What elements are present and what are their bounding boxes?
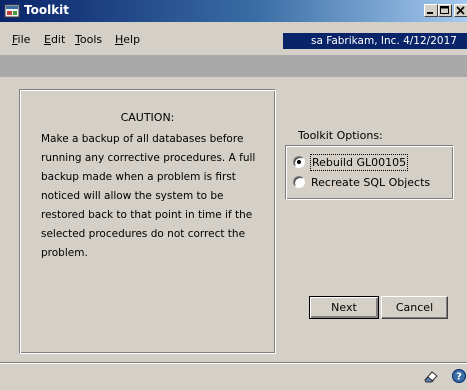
menu-tools[interactable]: Tools <box>75 33 102 46</box>
eraser-icon[interactable] <box>422 368 440 384</box>
title-bar[interactable]: Toolkit <box>0 0 467 22</box>
company-date-bar: sa Fabrikam, Inc. 4/12/2017 <box>283 33 467 49</box>
close-button[interactable] <box>454 4 467 17</box>
cancel-button[interactable]: Cancel <box>381 296 448 319</box>
maximize-button[interactable] <box>438 4 452 17</box>
radio-button[interactable] <box>293 176 305 188</box>
svg-text:?: ? <box>456 372 462 383</box>
option-label: Rebuild GL00105 <box>309 154 409 171</box>
help-icon[interactable]: ? <box>450 368 467 384</box>
toolkit-options-group <box>285 145 454 200</box>
next-button[interactable]: Next <box>309 296 379 319</box>
window-title: Toolkit <box>24 3 70 17</box>
minimize-button[interactable] <box>424 4 438 17</box>
toolbar-strip <box>0 55 467 77</box>
option-label: Recreate SQL Objects <box>311 176 431 189</box>
toolkit-options-label: Toolkit Options: <box>298 129 383 142</box>
menu-help[interactable]: Help <box>115 33 140 46</box>
toolkit-app-icon <box>4 3 20 19</box>
caution-text: Make a backup of all databases before ru… <box>41 133 256 259</box>
caution-panel: CAUTION: Make a backup of all databases … <box>19 89 276 354</box>
radio-button-selected[interactable] <box>293 156 305 168</box>
caution-title: CAUTION: <box>120 111 175 124</box>
menu-file[interactable]: File <box>12 33 30 46</box>
menu-edit[interactable]: Edit <box>44 33 65 46</box>
